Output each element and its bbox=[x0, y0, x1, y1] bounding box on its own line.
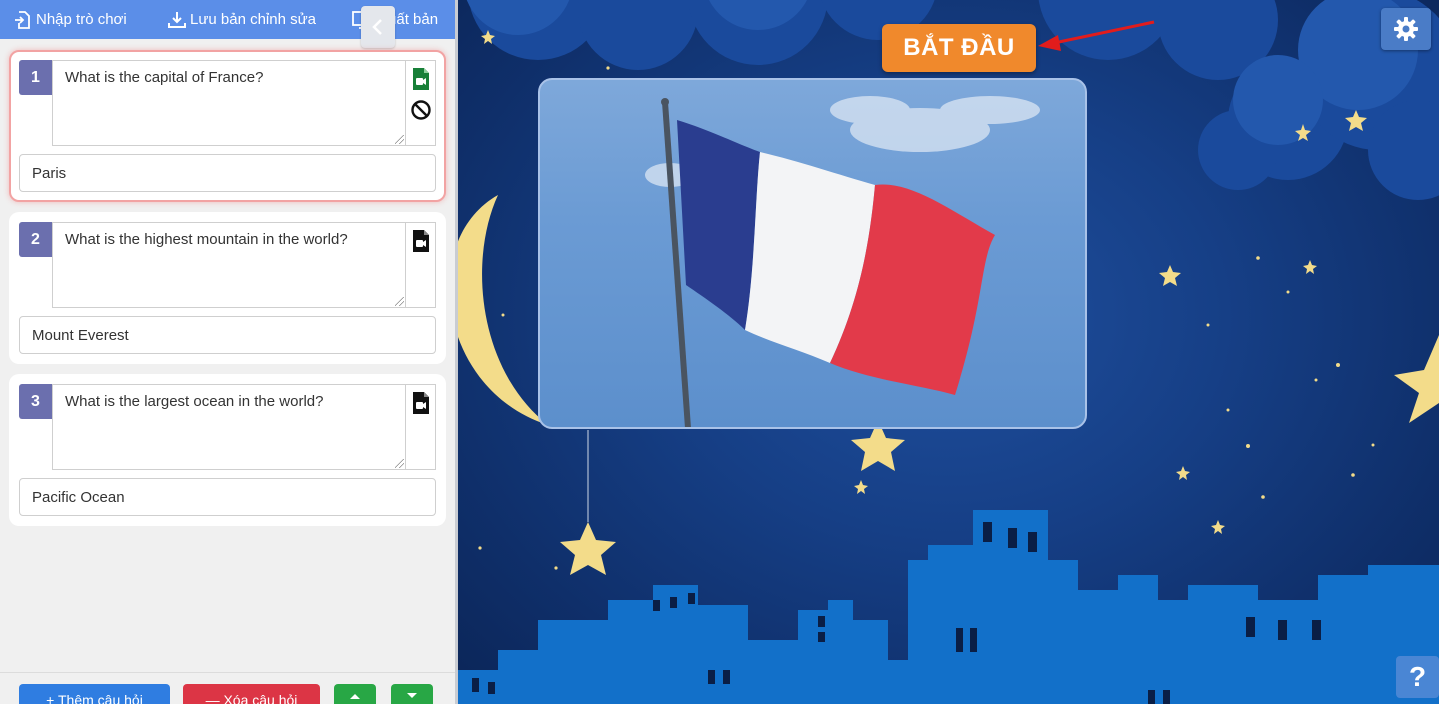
question-number: 1 bbox=[19, 60, 52, 95]
video-file-icon[interactable] bbox=[411, 229, 431, 253]
collapse-panel-button[interactable] bbox=[361, 6, 395, 48]
gear-icon bbox=[1394, 17, 1418, 41]
question-editor-panel: Nhập trò chơi Lưu bản chỉnh sửa Xuất bản… bbox=[0, 0, 455, 704]
answer-input[interactable]: Mount Everest bbox=[19, 316, 436, 354]
save-edits-label: Lưu bản chỉnh sửa bbox=[190, 11, 316, 28]
answer-input[interactable]: Pacific Ocean bbox=[19, 478, 436, 516]
add-question-label: + Thêm câu hỏi bbox=[46, 692, 143, 704]
media-tools bbox=[406, 384, 436, 470]
question-media-image bbox=[538, 78, 1087, 429]
settings-button[interactable] bbox=[1381, 8, 1431, 50]
flag-blue-stripe bbox=[677, 120, 760, 330]
save-edits-button[interactable]: Lưu bản chỉnh sửa bbox=[168, 0, 316, 39]
question-number: 3 bbox=[19, 384, 52, 419]
crescent-moon bbox=[458, 195, 548, 425]
media-tools bbox=[406, 60, 436, 146]
add-question-button[interactable]: + Thêm câu hỏi bbox=[19, 684, 170, 704]
question-actions-bar: + Thêm câu hỏi — Xóa câu hỏi bbox=[0, 672, 455, 704]
video-file-icon[interactable] bbox=[411, 391, 431, 415]
chevron-left-icon bbox=[372, 19, 382, 35]
media-tools bbox=[406, 222, 436, 308]
import-game-label: Nhập trò chơi bbox=[36, 11, 127, 28]
download-icon bbox=[168, 11, 186, 28]
resize-handle[interactable] bbox=[395, 297, 404, 306]
star-large-right bbox=[1394, 335, 1439, 423]
question-text: What is the capital of France? bbox=[65, 69, 264, 86]
question-card-2[interactable]: 2 What is the highest mountain in the wo… bbox=[9, 212, 446, 364]
help-label: ? bbox=[1408, 661, 1427, 692]
file-import-icon bbox=[15, 10, 30, 29]
city-skyline bbox=[458, 510, 1439, 704]
answer-text: Paris bbox=[32, 164, 67, 182]
question-text-input[interactable]: What is the highest mountain in the worl… bbox=[52, 222, 406, 308]
move-down-button[interactable] bbox=[391, 684, 433, 704]
question-text: What is the largest ocean in the world? bbox=[65, 393, 324, 410]
video-file-icon[interactable] bbox=[411, 67, 431, 91]
answer-input[interactable]: Paris bbox=[19, 154, 436, 192]
import-game-button[interactable]: Nhập trò chơi bbox=[14, 0, 127, 39]
question-text: What is the highest mountain in the worl… bbox=[65, 231, 348, 248]
start-label: BẮT ĐẦU bbox=[903, 34, 1015, 61]
question-number: 2 bbox=[19, 222, 52, 257]
delete-question-label: — Xóa câu hỏi bbox=[205, 692, 298, 704]
question-card-1[interactable]: 1 What is the capital of France? Paris bbox=[9, 50, 446, 202]
question-card-3[interactable]: 3 What is the largest ocean in the world… bbox=[9, 374, 446, 526]
game-stage: BẮT ĐẦU ? bbox=[458, 0, 1439, 704]
resize-handle[interactable] bbox=[395, 459, 404, 468]
question-text-input[interactable]: What is the largest ocean in the world? bbox=[52, 384, 406, 470]
caret-up-icon bbox=[350, 694, 360, 699]
resize-handle[interactable] bbox=[395, 135, 404, 144]
editor-toolbar: Nhập trò chơi Lưu bản chỉnh sửa Xuất bản bbox=[0, 0, 455, 48]
answer-text: Mount Everest bbox=[32, 326, 129, 344]
help-button[interactable]: ? bbox=[1396, 656, 1439, 698]
delete-question-button[interactable]: — Xóa câu hỏi bbox=[183, 684, 320, 704]
move-up-button[interactable] bbox=[334, 684, 376, 704]
french-flag-image bbox=[645, 96, 1040, 427]
answer-text: Pacific Ocean bbox=[32, 488, 125, 506]
question-text-input[interactable]: What is the capital of France? bbox=[52, 60, 406, 146]
caret-down-icon bbox=[407, 693, 417, 698]
annotation-arrow bbox=[1038, 20, 1155, 51]
start-button[interactable]: BẮT ĐẦU bbox=[882, 24, 1036, 72]
ban-icon[interactable] bbox=[410, 99, 432, 121]
